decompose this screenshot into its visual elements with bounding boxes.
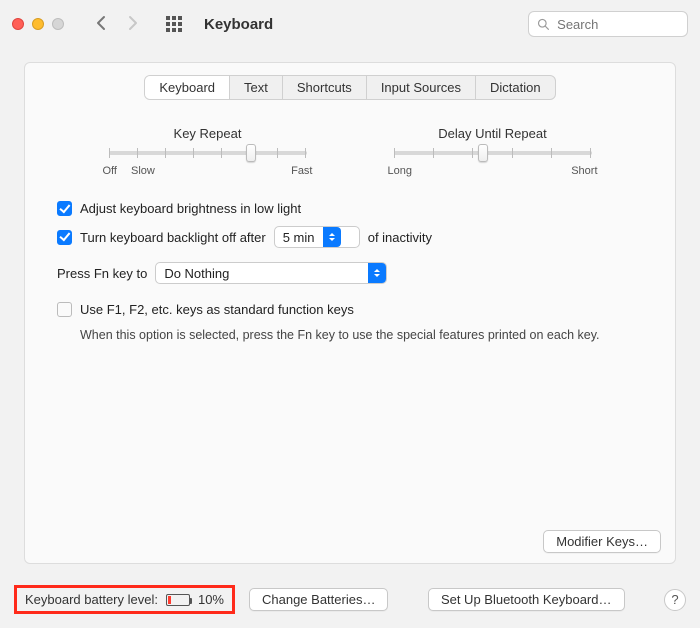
modifier-keys-button[interactable]: Modifier Keys… [543,530,661,553]
fnkeys-help: When this option is selected, press the … [80,327,643,345]
tab-dictation[interactable]: Dictation [476,76,555,99]
brightness-label: Adjust keyboard brightness in low light [80,201,301,216]
backlight-select[interactable]: 5 min [274,226,360,248]
settings-panel: Keyboard Text Shortcuts Input Sources Di… [24,62,676,564]
search-icon [537,17,549,31]
battery-label: Keyboard battery level: [25,592,158,607]
delay-knob[interactable] [478,144,488,162]
footer: Keyboard battery level: 10% Change Batte… [0,573,700,628]
zoom-window-button[interactable] [52,18,64,30]
tab-input-sources[interactable]: Input Sources [367,76,476,99]
battery-percent: 10% [198,592,224,607]
fn-select[interactable]: Do Nothing [155,262,387,284]
tab-keyboard[interactable]: Keyboard [145,76,230,99]
brightness-checkbox[interactable] [57,201,72,216]
show-all-icon[interactable] [166,16,182,32]
options-area: Adjust keyboard brightness in low light … [25,177,675,345]
setup-bluetooth-button[interactable]: Set Up Bluetooth Keyboard… [428,588,625,611]
delay-slider[interactable] [394,151,592,155]
backlight-prefix: Turn keyboard backlight off after [80,230,266,245]
battery-icon [166,594,190,606]
key-repeat-group: Key Repeat OffSlow Fast [103,126,313,177]
sliders-row: Key Repeat OffSlow Fast Delay Until Repe… [25,126,675,177]
chevron-updown-icon [368,263,386,283]
help-button[interactable]: ? [664,589,686,611]
fnkeys-checkbox[interactable] [57,302,72,317]
tab-text[interactable]: Text [230,76,283,99]
search-input[interactable] [555,16,679,33]
tab-shortcuts[interactable]: Shortcuts [283,76,367,99]
search-field[interactable] [528,11,688,37]
forward-button[interactable] [124,15,140,34]
fn-label: Press Fn key to [57,266,147,281]
battery-status-highlight: Keyboard battery level: 10% [14,585,235,614]
battery-fill [168,596,171,604]
chevron-updown-icon [323,227,341,247]
fnkeys-label: Use F1, F2, etc. keys as standard functi… [80,302,354,317]
key-repeat-label: Key Repeat [103,126,313,141]
titlebar: Keyboard [0,0,700,48]
minimize-window-button[interactable] [32,18,44,30]
delay-label: Delay Until Repeat [388,126,598,141]
window-title: Keyboard [204,16,273,33]
window-controls [12,18,64,30]
backlight-suffix: of inactivity [368,230,432,245]
key-repeat-slider[interactable] [109,151,307,155]
delay-group: Delay Until Repeat Long Short [388,126,598,177]
key-repeat-knob[interactable] [246,144,256,162]
back-button[interactable] [94,15,110,34]
change-batteries-button[interactable]: Change Batteries… [249,588,388,611]
nav-buttons [94,15,140,34]
backlight-checkbox[interactable] [57,230,72,245]
tab-bar: Keyboard Text Shortcuts Input Sources Di… [144,75,555,100]
close-window-button[interactable] [12,18,24,30]
